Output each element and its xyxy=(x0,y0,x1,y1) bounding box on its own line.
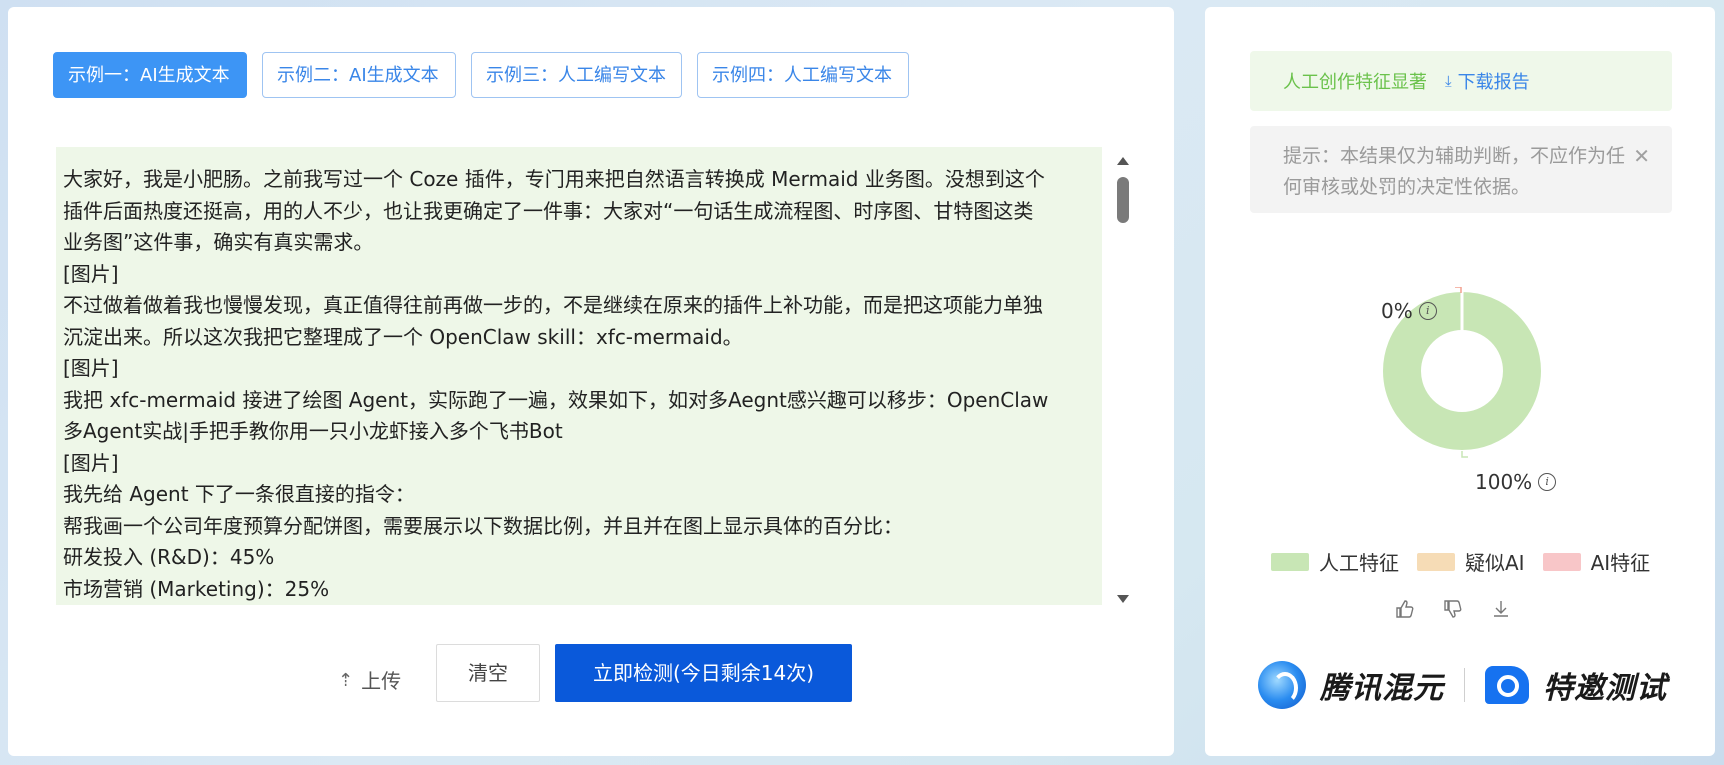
legend-swatch-suspected-ai xyxy=(1417,552,1455,571)
text-input-area[interactable]: 大家好，我是小肥肠。之前我写过一个 Coze 插件，专门用来把自然语言转换成 M… xyxy=(56,147,1102,605)
result-summary: 人工创作特征显著 xyxy=(1283,72,1427,93)
text-line: 市场营销 (Marketing)：25% xyxy=(63,576,330,601)
text-line: 研发投入 (R&D)：45% xyxy=(63,545,275,569)
legend-item-human: 人工特征 xyxy=(1271,547,1399,576)
bottom-percent-value: 100% xyxy=(1475,470,1533,494)
tip-text: 提示：本结果仅为辅助判断，不应作为任何审核或处罚的决定性依据。 xyxy=(1283,145,1626,198)
text-scrollbar[interactable] xyxy=(1115,155,1131,603)
text-line: 大家好，我是小肥肠。之前我写过一个 Coze 插件，专门用来把自然语言转换成 M… xyxy=(63,167,1045,191)
text-line: 业务图”这件事，确实有真实需求。 xyxy=(63,230,374,254)
hunyuan-logo-icon xyxy=(1258,661,1306,709)
detect-button[interactable]: 立即检测(今日剩余14次) xyxy=(555,644,852,702)
download-label: 下载报告 xyxy=(1457,72,1530,93)
ai-percent-label: 0% i xyxy=(1381,299,1437,323)
brand-name: 腾讯混元 xyxy=(1320,671,1444,706)
text-line: 我把 xfc-mermaid 接进了绘图 Agent，实际跑了一遍，效果如下，如… xyxy=(63,387,1049,412)
download-icon[interactable] xyxy=(1491,599,1511,624)
brand-footer: 腾讯混元 特邀测试 xyxy=(1258,661,1667,709)
info-icon[interactable]: i xyxy=(1418,302,1437,320)
legend-label: AI特征 xyxy=(1590,551,1651,575)
legend-label: 人工特征 xyxy=(1319,551,1399,575)
text-line: 不过做着做着我也慢慢发现，真正值得往前再做一步的，不是继续在原来的插件上补功能，… xyxy=(63,293,1043,317)
tab-example-4[interactable]: 示例四：人工编写文本 xyxy=(697,52,909,98)
text-line: 帮我画一个公司年度预算分配饼图，需要展示以下数据比例，并且并在图上显示具体的百分… xyxy=(63,513,903,538)
thumbs-down-icon[interactable] xyxy=(1443,599,1463,624)
text-line: [图片] xyxy=(63,450,119,475)
invite-test-icon xyxy=(1485,666,1529,704)
result-banner: 人工创作特征显著 ⤓ 下载报告 xyxy=(1250,51,1672,111)
upload-button[interactable]: ⇡ 上传 xyxy=(338,652,401,710)
close-icon[interactable]: ✕ xyxy=(1633,141,1650,172)
tip-box: 提示：本结果仅为辅助判断，不应作为任何审核或处罚的决定性依据。 ✕ xyxy=(1250,126,1672,213)
donut-svg xyxy=(1383,286,1541,458)
info-icon[interactable]: i xyxy=(1538,473,1557,491)
result-donut-chart: 0% i 100% i xyxy=(1205,286,1715,517)
text-content: 大家好，我是小肥肠。之前我写过一个 Coze 插件，专门用来把自然语言转换成 M… xyxy=(56,147,1102,605)
text-line: [图片] xyxy=(63,261,119,286)
upload-icon: ⇡ xyxy=(338,670,354,691)
invite-test-label: 特邀测试 xyxy=(1543,671,1667,706)
text-line: [图片] xyxy=(63,356,119,380)
tab-example-2[interactable]: 示例二：AI生成文本 xyxy=(262,52,456,98)
scroll-up-arrow-icon[interactable] xyxy=(1117,157,1129,165)
download-icon: ⤓ xyxy=(1445,72,1452,90)
legend-item-ai: AI特征 xyxy=(1542,547,1651,576)
clear-button[interactable]: 清空 xyxy=(436,644,540,702)
tab-example-1[interactable]: 示例一：AI生成文本 xyxy=(53,52,247,98)
text-line: 沉淀出来。所以这次我把它整理成了一个 OpenClaw skill：xfc-me… xyxy=(63,324,743,349)
brand-divider xyxy=(1464,668,1465,702)
upload-label: 上传 xyxy=(361,669,402,693)
text-line: 插件后面热度还挺高，用的人不少，也让我更确定了一件事：大家对“一句话生成流程图、… xyxy=(63,198,1034,223)
legend-item-suspected-ai: 疑似AI xyxy=(1417,547,1525,576)
example-tabs: 示例一：AI生成文本 示例二：AI生成文本 示例三：人工编写文本 示例四：人工编… xyxy=(53,52,909,98)
chart-legend: 人工特征 疑似AI AI特征 xyxy=(1271,547,1650,576)
scroll-down-arrow-icon[interactable] xyxy=(1117,595,1129,603)
tab-example-3[interactable]: 示例三：人工编写文本 xyxy=(471,52,682,98)
scroll-thumb[interactable] xyxy=(1117,177,1129,223)
legend-swatch-human xyxy=(1271,552,1309,571)
result-panel: 人工创作特征显著 ⤓ 下载报告 提示：本结果仅为辅助判断，不应作为任何审核或处罚… xyxy=(1205,7,1715,756)
text-line: 我先给 Agent 下了一条很直接的指令： xyxy=(63,482,415,506)
legend-swatch-ai xyxy=(1542,552,1581,571)
bottom-leader-line xyxy=(1461,451,1468,458)
legend-label: 疑似AI xyxy=(1465,551,1525,575)
human-percent-label: 100% i xyxy=(1475,470,1557,494)
top-percent-value: 0% xyxy=(1381,299,1413,323)
feedback-toolbar xyxy=(1395,599,1511,624)
text-line: 多Agent实战|手把手教你用一只小龙虾接入多个飞书Bot xyxy=(63,419,563,443)
thumbs-up-icon[interactable] xyxy=(1395,599,1415,624)
input-panel: 示例一：AI生成文本 示例二：AI生成文本 示例三：人工编写文本 示例四：人工编… xyxy=(8,7,1174,756)
download-report-link[interactable]: ⤓ 下载报告 xyxy=(1445,68,1530,94)
